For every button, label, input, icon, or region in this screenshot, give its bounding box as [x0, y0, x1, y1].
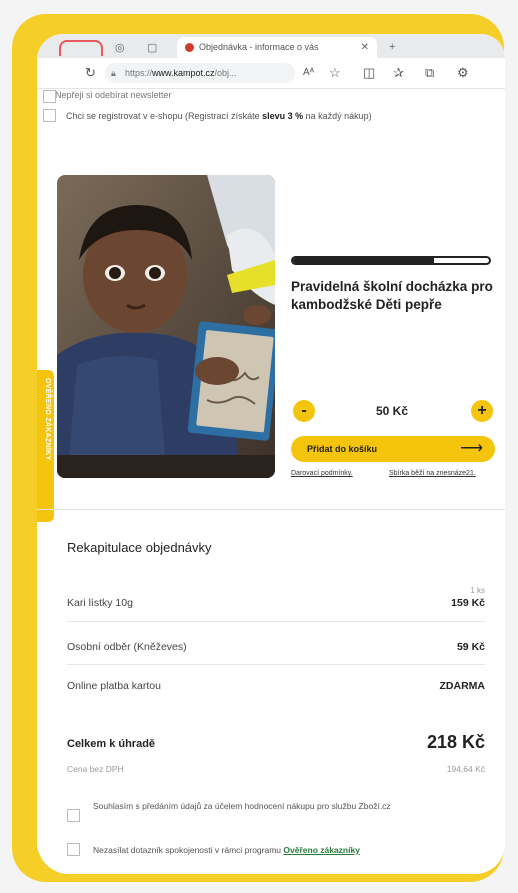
- new-tab-icon[interactable]: +: [389, 41, 395, 53]
- collection-link[interactable]: Sbírka běží na znesnáze21.: [389, 470, 476, 477]
- payment-price: ZDARMA: [439, 680, 486, 692]
- net-price-label: Cena bez DPH: [67, 764, 124, 774]
- row-divider: [67, 621, 485, 622]
- net-price-value: 194,64 Kč: [446, 764, 485, 774]
- register-prefix: Chci se registrovat v e-shopu (Registrac…: [66, 111, 263, 121]
- browser-tab-bar: ◎ ▢ Objednávka - informace o vás ✕ +: [37, 34, 505, 58]
- register-checkbox[interactable]: [43, 109, 56, 122]
- add-to-cart-label: Přidat do košíku: [307, 444, 378, 454]
- url-field[interactable]: 🔒︎ https://www.kampot.cz/obj...: [105, 63, 295, 83]
- survey-optout-label: Nezasílat dotazník spokojenosti v rámci …: [93, 844, 360, 856]
- split-screen-icon[interactable]: ◫: [363, 65, 375, 81]
- register-suffix: na každý nákup): [303, 111, 372, 121]
- verified-customers-badge[interactable]: OVĚŘENO ZÁKAZNÍKY: [37, 370, 54, 522]
- decrease-amount-button[interactable]: -: [293, 400, 315, 422]
- section-divider: [37, 509, 505, 510]
- active-tab-title: Objednávka - informace o vás: [199, 42, 319, 52]
- increase-amount-button[interactable]: +: [471, 400, 493, 422]
- favorites-icon[interactable]: ✰: [393, 65, 404, 81]
- newsletter-checkbox[interactable]: [43, 90, 56, 103]
- lock-icon: 🔒︎: [111, 68, 116, 78]
- total-label: Celkem k úhradě: [67, 738, 156, 750]
- zbozi-consent-checkbox[interactable]: [67, 809, 80, 822]
- verified-customers-link[interactable]: Ověřeno zákazníky: [283, 845, 360, 855]
- previous-tab[interactable]: [59, 40, 103, 56]
- summary-item-label: Kari lístky 10g: [67, 597, 133, 609]
- active-tab[interactable]: Objednávka - informace o vás ✕: [177, 37, 377, 58]
- shipping-label: Osobní odběr (Kněževes): [67, 641, 187, 653]
- url-domain: www.kampot.cz: [152, 68, 215, 78]
- add-to-cart-button[interactable]: Přidat do košíku ⟶: [291, 436, 495, 462]
- collection-progress-fill: [293, 258, 435, 263]
- item-quantity: 1 ks: [470, 586, 485, 595]
- survey-optout-text: Nezasílat dotazník spokojenosti v rámci …: [93, 845, 284, 855]
- survey-optout-checkbox[interactable]: [67, 843, 80, 856]
- summary-item-price: 159 Kč: [451, 597, 485, 609]
- donation-title: Pravidelná školní docházka pro kambodžsk…: [291, 279, 493, 312]
- screen: ◎ ▢ Objednávka - informace o vás ✕ + ↻ 🔒…: [37, 34, 505, 874]
- donation-terms-link[interactable]: Darovací podmínky.: [291, 470, 353, 477]
- favicon-icon: [185, 43, 194, 52]
- total-price: 218 Kč: [426, 732, 485, 752]
- collection-progress-bar: [291, 256, 491, 265]
- extensions-icon[interactable]: ⚙: [457, 65, 469, 81]
- register-discount: slevu 3 %: [262, 111, 304, 121]
- url-prefix: https://: [125, 68, 153, 78]
- payment-label: Online platba kartou: [67, 680, 161, 692]
- address-bar: ↻ 🔒︎ https://www.kampot.cz/obj... Aᴬ ☆ ◫…: [37, 58, 505, 89]
- donation-amount: 50 Kč: [375, 404, 409, 418]
- tab-list-icon[interactable]: ▢: [147, 41, 157, 54]
- newsletter-optout-text: Nepřeji si odebírat newsletter: [55, 90, 172, 100]
- url-suffix: /obj...: [214, 68, 237, 78]
- collections-icon[interactable]: ⧉: [425, 65, 434, 81]
- favorite-star-icon[interactable]: ☆: [329, 65, 341, 81]
- tab-actions-icon[interactable]: ◎: [115, 41, 125, 54]
- zbozi-consent-label: Souhlasím s předáním údajů za účelem hod…: [93, 801, 391, 811]
- read-aloud-icon[interactable]: Aᴬ: [303, 67, 314, 78]
- row-divider: [67, 664, 485, 665]
- arrow-right-icon: ⟶: [460, 440, 483, 457]
- reload-icon[interactable]: ↻: [85, 65, 96, 81]
- order-summary-title: Rekapitulace objednávky: [67, 540, 212, 555]
- shipping-price: 59 Kč: [456, 641, 485, 653]
- register-label: Chci se registrovat v e-shopu (Registrac…: [66, 111, 372, 121]
- verified-badge-label: OVĚŘENO ZÁKAZNÍKY: [44, 378, 51, 461]
- child-photo: [57, 175, 275, 478]
- close-tab-icon[interactable]: ✕: [361, 37, 369, 58]
